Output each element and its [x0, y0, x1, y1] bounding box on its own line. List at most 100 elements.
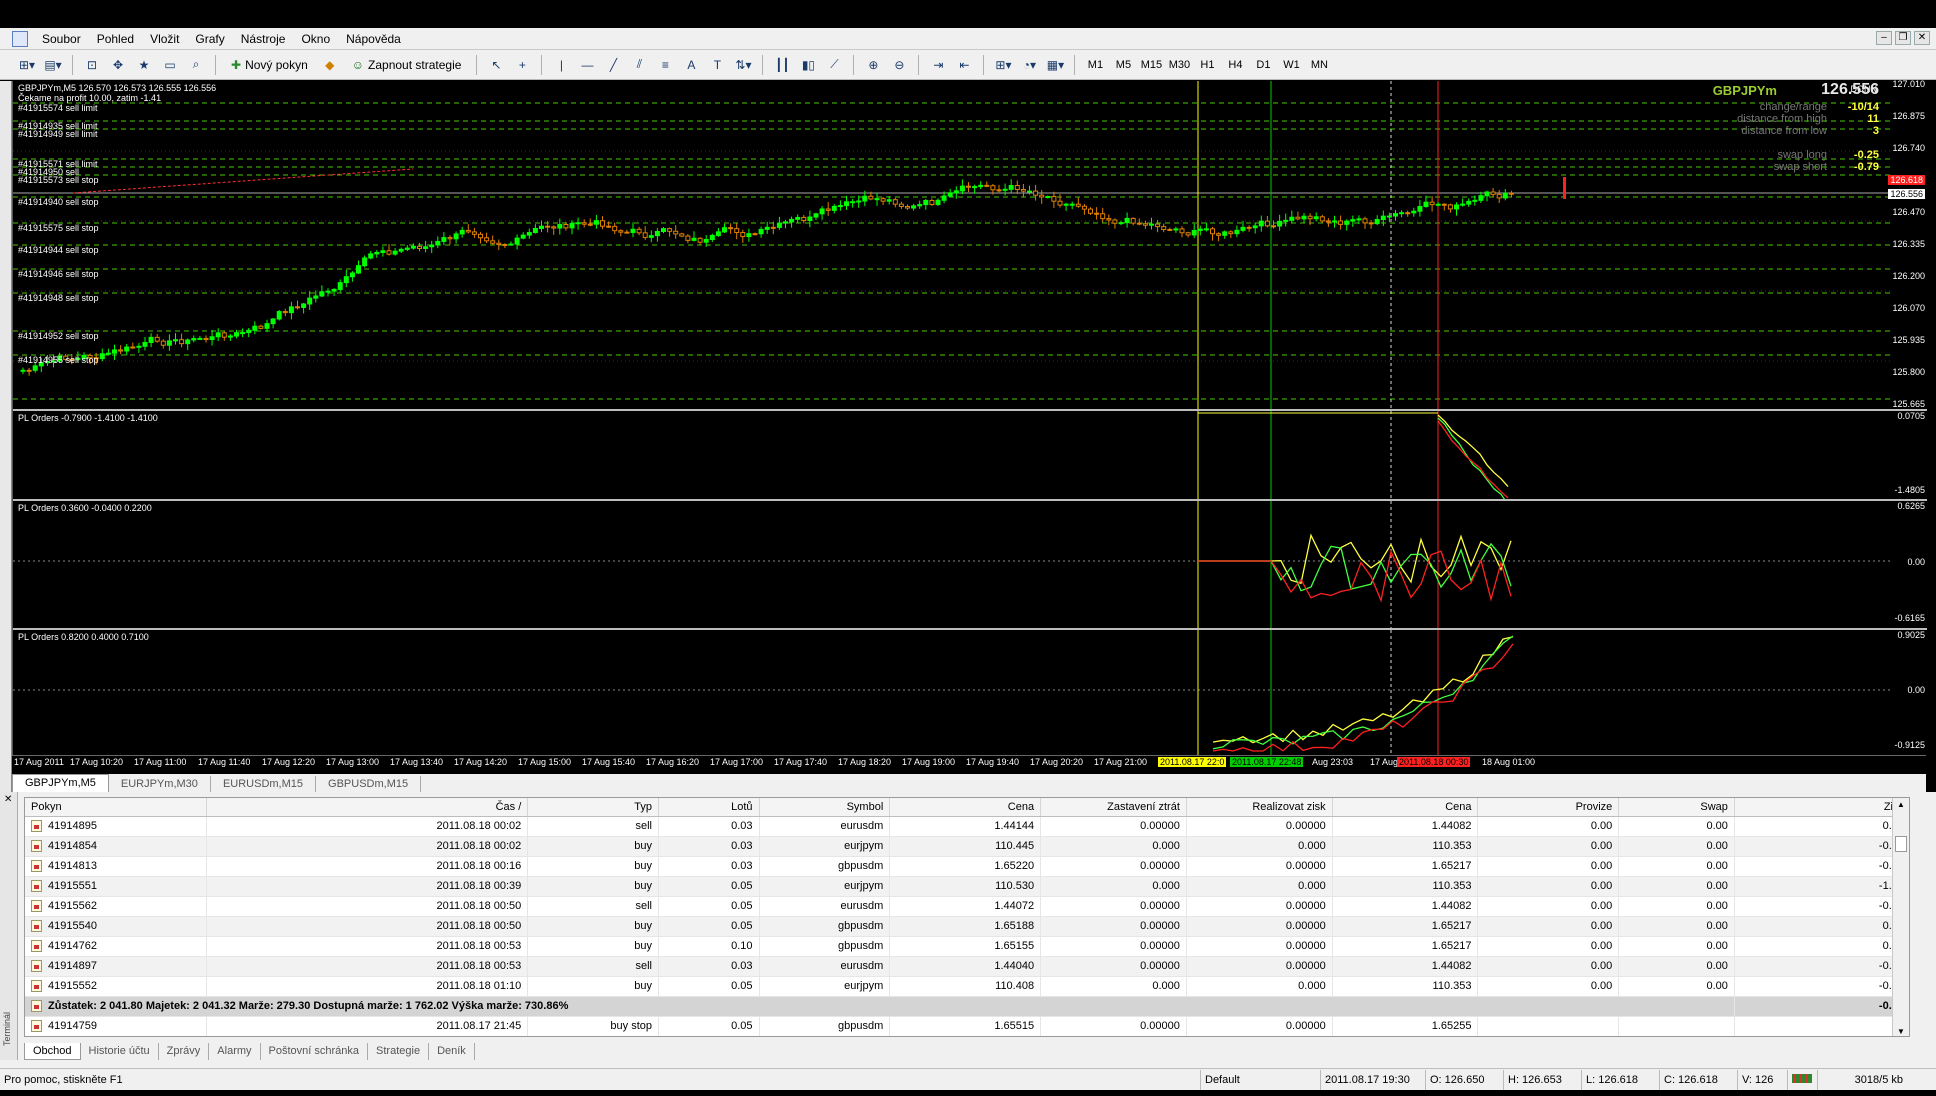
col-swap[interactable]: Swap: [1618, 798, 1735, 817]
chart-tab-eurusd[interactable]: EURUSDm,M15: [211, 776, 317, 792]
tab-alerts[interactable]: Alarmy: [209, 1043, 261, 1060]
tf-d1[interactable]: D1: [1251, 54, 1275, 76]
col-current-price[interactable]: Cena: [1332, 798, 1479, 817]
text-icon[interactable]: A: [680, 54, 702, 76]
trendline-icon[interactable]: ╱: [602, 54, 624, 76]
table-row[interactable]: 41915540 2011.08.18 00:50 buy 0.05 gbpusdm 1.…: [25, 916, 1909, 937]
metaeditor-icon[interactable]: ◆: [319, 54, 341, 76]
terminal-icon[interactable]: ▭: [159, 54, 181, 76]
tf-m5[interactable]: M5: [1111, 54, 1135, 76]
pl-orders-canvas-1[interactable]: [13, 411, 1927, 499]
status-profile[interactable]: Default: [1200, 1069, 1320, 1090]
tab-experts[interactable]: Strategie: [368, 1043, 430, 1060]
zoom-out-icon[interactable]: ⊖: [888, 54, 910, 76]
col-price[interactable]: Cena: [889, 798, 1042, 817]
tab-news[interactable]: Zprávy: [159, 1043, 210, 1060]
tf-m30[interactable]: M30: [1167, 54, 1191, 76]
new-chart-icon[interactable]: ⊞▾: [16, 54, 38, 76]
menu-window[interactable]: Okno: [293, 28, 338, 50]
tf-h4[interactable]: H4: [1223, 54, 1247, 76]
pl-orders-pane-1[interactable]: PL Orders -0.7900 -1.4100 -1.4100 0.0705…: [13, 411, 1927, 501]
label-icon[interactable]: T: [706, 54, 728, 76]
tf-m15[interactable]: M15: [1139, 54, 1163, 76]
restore-icon[interactable]: ❐: [1895, 31, 1911, 45]
close-icon[interactable]: ✕: [1914, 31, 1930, 45]
tab-account-history[interactable]: Historie účtu: [81, 1043, 159, 1060]
periods-icon[interactable]: ◔▾: [1018, 54, 1040, 76]
table-row[interactable]: 41914854 2011.08.18 00:02 buy 0.03 eurjpym 11…: [25, 836, 1909, 857]
col-type[interactable]: Typ: [527, 798, 659, 817]
tf-mn[interactable]: MN: [1307, 54, 1331, 76]
tf-m1[interactable]: M1: [1083, 54, 1107, 76]
price-chart-canvas[interactable]: [13, 81, 1927, 409]
table-row[interactable]: 41915562 2011.08.18 00:50 sell 0.05 eurusdm 1…: [25, 896, 1909, 917]
chart-shift-icon[interactable]: ⇤: [953, 54, 975, 76]
cursor-icon[interactable]: ↖: [485, 54, 507, 76]
crosshair-icon[interactable]: +: [511, 54, 533, 76]
minimize-icon[interactable]: –: [1876, 31, 1892, 45]
scroll-up-icon[interactable]: ▲: [1897, 800, 1905, 809]
candle-chart-icon[interactable]: ▮▯: [797, 54, 819, 76]
new-order-button[interactable]: ✚ Nový pokyn: [224, 54, 315, 76]
table-row[interactable]: 41914897 2011.08.18 00:53 sell 0.03 eurusdm 1…: [25, 956, 1909, 977]
menu-file[interactable]: Soubor: [34, 28, 89, 50]
terminal-close-icon[interactable]: ✕: [4, 794, 12, 805]
candle-body: [124, 346, 130, 352]
menu-insert[interactable]: Vložit: [142, 28, 187, 50]
channel-icon[interactable]: ⫽: [628, 54, 650, 76]
bar-chart-icon[interactable]: ┃┃: [771, 54, 793, 76]
table-row[interactable]: 41914762 2011.08.18 00:53 buy 0.10 gbpusdm 1.…: [25, 936, 1909, 957]
auto-scroll-icon[interactable]: ⇥: [927, 54, 949, 76]
table-row[interactable]: 41914895 2011.08.18 00:02 sell 0.03 eurusdm 1…: [25, 816, 1909, 837]
tf-w1[interactable]: W1: [1279, 54, 1303, 76]
scrollbar-thumb[interactable]: [1895, 836, 1907, 852]
col-commission[interactable]: Provize: [1477, 798, 1620, 817]
tester-icon[interactable]: ⌕: [185, 54, 207, 76]
menu-view[interactable]: Pohled: [89, 28, 142, 50]
col-symbol[interactable]: Symbol: [759, 798, 891, 817]
chart-tab-gbpusd[interactable]: GBPUSDm,M15: [316, 776, 422, 792]
chart-tab-eurjpy[interactable]: EURJPYm,M30: [109, 776, 211, 792]
pl-orders-canvas-3[interactable]: [13, 630, 1927, 755]
data-window-icon[interactable]: ✥: [107, 54, 129, 76]
col-stop-loss[interactable]: Zastavení ztrát: [1040, 798, 1187, 817]
tab-journal[interactable]: Deník: [429, 1043, 475, 1060]
pl-orders-pane-3[interactable]: PL Orders 0.8200 0.4000 0.7100 0.9025 0.…: [13, 630, 1927, 755]
pl-orders-pane-2[interactable]: PL Orders 0.3600 -0.0400 0.2200 0.6265 0…: [13, 501, 1927, 630]
tab-mailbox[interactable]: Poštovní schránka: [261, 1043, 369, 1060]
arrows-icon[interactable]: ⇅▾: [732, 54, 754, 76]
col-lots[interactable]: Lotů: [658, 798, 760, 817]
col-time[interactable]: Čas /: [206, 798, 529, 817]
col-profit[interactable]: Zisk: [1734, 798, 1909, 817]
table-row[interactable]: 41915552 2011.08.18 01:10 buy 0.05 eurjpym 11…: [25, 976, 1909, 997]
templates-icon[interactable]: ▦▾: [1044, 54, 1066, 76]
menu-help[interactable]: Nápověda: [338, 28, 409, 50]
navigator-icon[interactable]: ★: [133, 54, 155, 76]
scroll-down-icon[interactable]: ▼: [1897, 1027, 1905, 1036]
indicators-icon[interactable]: ⊞▾: [992, 54, 1014, 76]
market-watch-icon[interactable]: ⊡: [81, 54, 103, 76]
line-chart-icon[interactable]: ⟋: [823, 54, 845, 76]
table-scrollbar[interactable]: ▲ ▼: [1892, 798, 1909, 1036]
vertical-line-icon[interactable]: |: [550, 54, 572, 76]
toggle-strategies-button[interactable]: ☺ Zapnout strategie: [345, 54, 469, 76]
col-order[interactable]: Pokyn: [25, 798, 207, 817]
fibo-icon[interactable]: ≡: [654, 54, 676, 76]
table-row[interactable]: 41915551 2011.08.18 00:39 buy 0.05 eurjpym 11…: [25, 876, 1909, 897]
price-pane[interactable]: GBPJPYm,M5 126.570 126.573 126.555 126.5…: [13, 79, 1927, 411]
table-cell: 0.03: [658, 816, 760, 837]
chart-window[interactable]: GBPJPYm,M5 126.570 126.573 126.555 126.5…: [12, 79, 1927, 769]
table-row[interactable]: 41914759 2011.08.17 21:45 buy stop 0.05 gbpu…: [25, 1016, 1909, 1036]
trade-table-container[interactable]: Pokyn Čas / Typ Lotů Symbol Cena Zastave…: [24, 797, 1910, 1037]
table-row[interactable]: 41914813 2011.08.18 00:16 buy 0.03 gbpusdm 1.…: [25, 856, 1909, 877]
menu-tools[interactable]: Nástroje: [233, 28, 294, 50]
chart-tab-gbpjpy[interactable]: GBPJPYm,M5: [12, 774, 109, 792]
col-take-profit[interactable]: Realizovat zisk: [1186, 798, 1333, 817]
profiles-icon[interactable]: ▤▾: [42, 54, 64, 76]
tf-h1[interactable]: H1: [1195, 54, 1219, 76]
zoom-in-icon[interactable]: ⊕: [862, 54, 884, 76]
menu-charts[interactable]: Grafy: [187, 28, 232, 50]
horizontal-line-icon[interactable]: —: [576, 54, 598, 76]
tab-trade[interactable]: Obchod: [24, 1043, 81, 1060]
pl-orders-canvas-2[interactable]: [13, 501, 1927, 628]
